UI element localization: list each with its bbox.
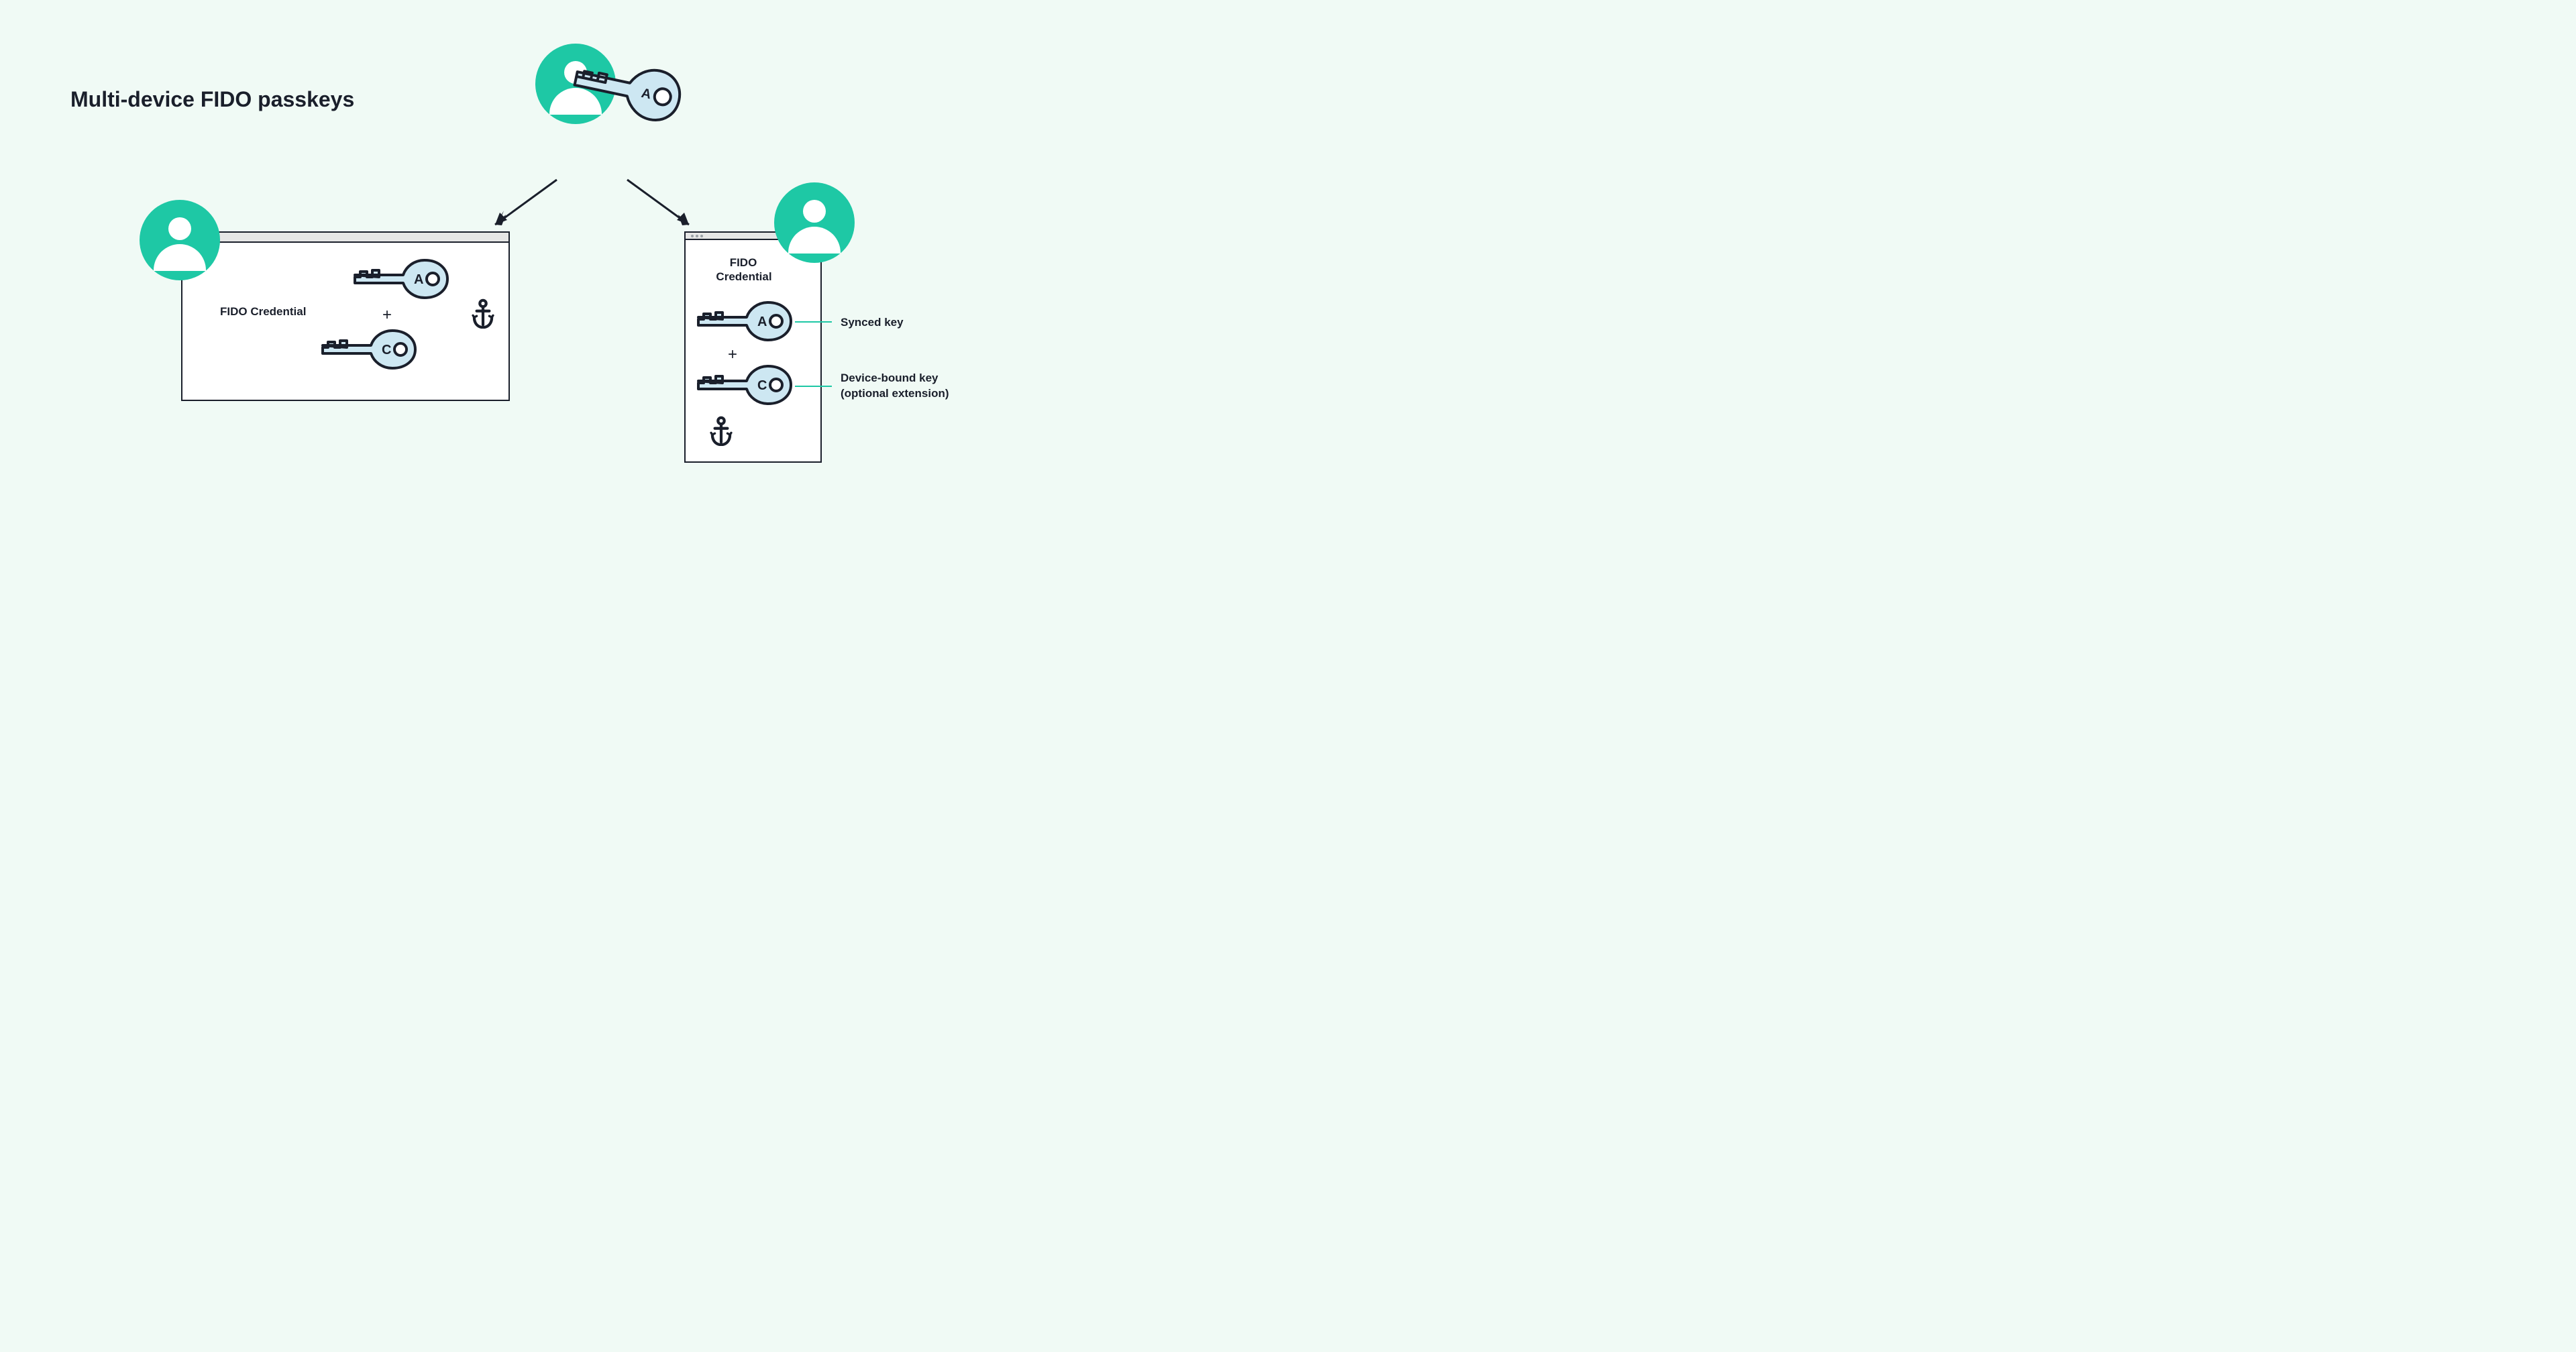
- key-left-c: C: [319, 329, 418, 374]
- plus-left: +: [382, 306, 392, 325]
- key-right-c: C: [694, 364, 794, 409]
- key-letter-left-a: A: [414, 272, 423, 288]
- left-credential-label: FIDO Credential: [220, 305, 306, 319]
- diagram-title: Multi-device FIDO passkeys: [70, 87, 354, 112]
- window-chrome-bar: [182, 233, 508, 243]
- arrow-left: [483, 174, 564, 235]
- legend-line-synced: [795, 321, 832, 323]
- right-credential-label-1: FIDO: [713, 256, 773, 270]
- key-letter-right-c: C: [757, 378, 767, 394]
- user-avatar-right: [774, 182, 855, 263]
- legend-line-device: [795, 386, 832, 387]
- anchor-icon-right: [708, 416, 735, 446]
- key-right-a: A: [694, 300, 794, 345]
- anchor-icon-left: [470, 298, 496, 329]
- plus-right: +: [728, 345, 737, 364]
- legend-synced: Synced key: [841, 315, 904, 330]
- right-credential-label-2: Credential: [700, 270, 788, 284]
- key-left-a: A: [351, 258, 450, 303]
- legend-device-bound-1: Device-bound key: [841, 371, 938, 386]
- legend-device-bound-2: (optional extension): [841, 386, 949, 401]
- key-letter-right-a: A: [757, 315, 767, 330]
- user-avatar-left: [140, 200, 220, 280]
- arrow-right: [621, 174, 701, 235]
- key-letter-left-c: C: [382, 343, 391, 358]
